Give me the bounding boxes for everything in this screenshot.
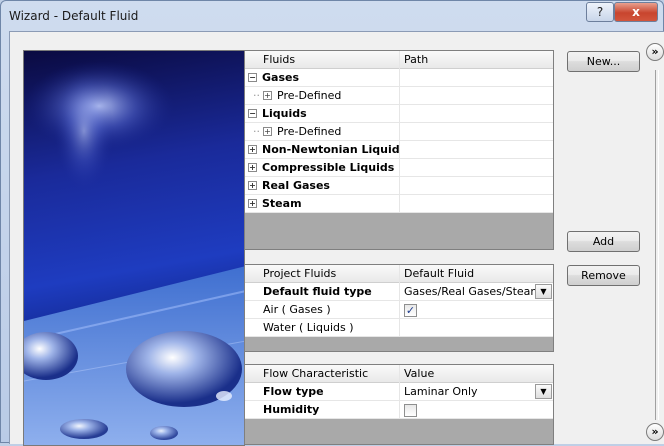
tree-row-gases-predefined[interactable]: ·· + Pre-Defined [245, 87, 553, 105]
add-button[interactable]: Add [567, 231, 640, 252]
path-column-header[interactable]: Path [400, 51, 553, 69]
help-button[interactable]: ? [586, 2, 614, 22]
tree-row-label: Gases [262, 71, 300, 84]
value-column-header[interactable]: Value [400, 365, 553, 383]
expand-icon[interactable]: + [263, 90, 272, 100]
close-button[interactable]: x [614, 2, 658, 22]
collapse-icon[interactable]: − [248, 72, 257, 82]
tree-row-label: Liquids [262, 107, 307, 120]
default-fluid-type-select[interactable]: Gases/Real Gases/Steam ▼ [400, 283, 553, 301]
row-label: Air ( Gases ) [245, 301, 400, 319]
project-fluids-grid: Project Fluids Default Fluid Default flu… [244, 264, 554, 352]
water-liquids-row: Water ( Liquids ) [245, 319, 553, 337]
tree-row-non-newtonian-liquids[interactable]: + Non-Newtonian Liquids [245, 141, 553, 159]
dropdown-arrow-icon[interactable]: ▼ [535, 284, 552, 299]
project-fluids-column-header[interactable]: Project Fluids [245, 265, 400, 283]
tree-row-label: Pre-Defined [277, 89, 342, 102]
tree-row-liquids[interactable]: − Liquids [245, 105, 553, 123]
tree-row-label: Compressible Liquids [262, 161, 395, 174]
tree-row-label: Pre-Defined [277, 125, 342, 138]
default-fluid-column-header[interactable]: Default Fluid [400, 265, 553, 283]
tree-row-label: Steam [262, 197, 302, 210]
tree-row-liquids-predefined[interactable]: ·· + Pre-Defined [245, 123, 553, 141]
expand-icon[interactable]: + [248, 144, 257, 154]
water-droplets-image [23, 50, 245, 446]
grid-empty-area [245, 213, 553, 249]
collapse-panel-chevron-icon[interactable]: » [646, 43, 664, 61]
water-value[interactable] [400, 319, 553, 337]
dropdown-arrow-icon[interactable]: ▼ [535, 384, 552, 399]
fluids-column-header[interactable]: Fluids [245, 51, 400, 69]
vertical-separator [655, 70, 659, 420]
air-gases-row: Air ( Gases ) ✓ [245, 301, 553, 319]
grid-empty-area [245, 419, 553, 444]
grid-empty-area [245, 337, 553, 351]
row-label: Flow type [245, 383, 400, 401]
flow-type-row: Flow type Laminar Only ▼ [245, 383, 553, 401]
wizard-window: Wizard - Default Fluid ? x Fluids Path −… [0, 0, 664, 446]
humidity-checkbox[interactable] [404, 403, 417, 417]
collapse-icon[interactable]: − [248, 108, 257, 118]
expand-icon[interactable]: + [248, 162, 257, 172]
flow-characteristic-column-header[interactable]: Flow Characteristic [245, 365, 400, 383]
row-label: Default fluid type [245, 283, 400, 301]
tree-row-steam[interactable]: + Steam [245, 195, 553, 213]
expand-panel-chevron-icon[interactable]: » [646, 423, 664, 441]
tree-row-label: Real Gases [262, 179, 330, 192]
flow-type-select[interactable]: Laminar Only ▼ [400, 383, 553, 401]
dialog-client-area: Fluids Path − Gases ·· + Pre-Defined − Liqui… [9, 31, 664, 446]
flow-characteristic-grid: Flow Characteristic Value Flow type Lami… [244, 364, 554, 445]
humidity-row: Humidity [245, 401, 553, 419]
new-button[interactable]: New... [567, 51, 640, 72]
air-checkbox[interactable]: ✓ [404, 303, 417, 317]
expand-icon[interactable]: + [248, 180, 257, 190]
select-value: Gases/Real Gases/Steam [404, 285, 542, 298]
tree-row-gases[interactable]: − Gases [245, 69, 553, 87]
select-value: Laminar Only [404, 385, 478, 398]
tree-row-label: Non-Newtonian Liquids [262, 143, 400, 156]
window-title: Wizard - Default Fluid [9, 9, 139, 23]
expand-icon[interactable]: + [263, 126, 272, 136]
remove-button[interactable]: Remove [567, 265, 640, 286]
fluids-grid: Fluids Path − Gases ·· + Pre-Defined − Liqui… [244, 50, 554, 250]
tree-row-real-gases[interactable]: + Real Gases [245, 177, 553, 195]
expand-icon[interactable]: + [248, 198, 257, 208]
flow-characteristic-header: Flow Characteristic Value [245, 365, 553, 383]
row-label: Water ( Liquids ) [245, 319, 400, 337]
fluids-grid-header: Fluids Path [245, 51, 553, 69]
default-fluid-type-row: Default fluid type Gases/Real Gases/Stea… [245, 283, 553, 301]
project-fluids-header: Project Fluids Default Fluid [245, 265, 553, 283]
row-label: Humidity [245, 401, 400, 419]
tree-row-compressible-liquids[interactable]: + Compressible Liquids [245, 159, 553, 177]
